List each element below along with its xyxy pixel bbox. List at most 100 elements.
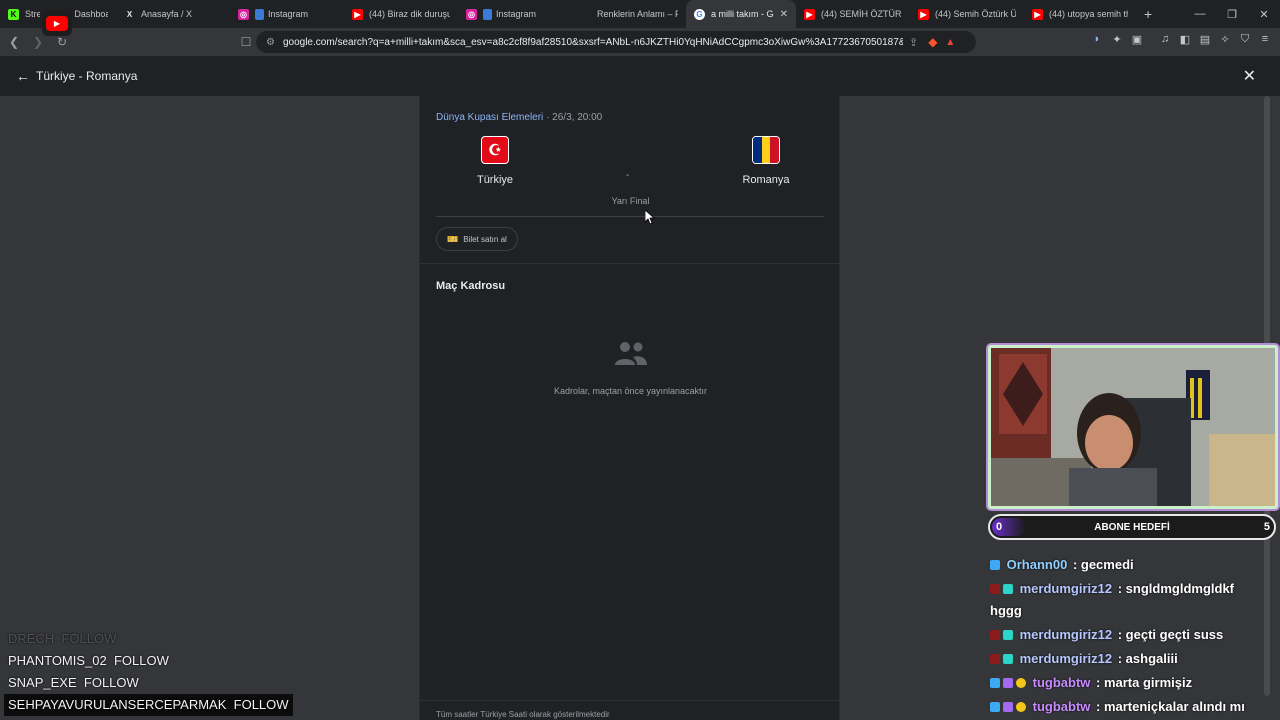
close-tab-icon[interactable]: ✕ [774,9,788,20]
chat-text: : gecmedi [1072,557,1134,572]
tab-instagram-2[interactable]: ◎ Instagram [458,0,572,28]
wallet-icon[interactable]: ▤ [1198,32,1212,46]
tab-strip: K Stre Dashboa X Anasayfa / X ◎ Instagra… [0,0,1280,28]
away-team[interactable]: Romanya [706,136,826,186]
tab-x-home[interactable]: X Anasayfa / X [116,0,230,28]
subscriber-goal-label: ABONE HEDEFİ [1094,521,1170,533]
close-window-button[interactable]: ✕ [1248,0,1280,28]
match-datetime: · 26/3, 20:00 [546,112,603,123]
badge-icon [990,702,1000,712]
brave-shield-icon[interactable]: ◆ [928,35,937,49]
badge-icon [1016,702,1026,712]
tab-renklerin-anlami[interactable]: Renklerin Anlamı – Psik [572,0,686,28]
buy-ticket-button[interactable]: 🎫 Bilet satın al [436,227,518,251]
extensions-icon[interactable]: ✦ [1110,32,1124,46]
url-text[interactable]: google.com/search?q=a+milli+takım&sca_es… [283,37,903,48]
lineup-title: Maç Kadrosu [436,280,506,292]
chat-username: merdumgiriz12 [1019,651,1113,666]
badge-icon [1003,678,1013,688]
follow-alert: PHANTOMIS_02 FOLLOW [8,650,293,672]
window-icon [483,8,492,20]
badge-icon [990,630,1000,640]
youtube-icon: ▶ [918,8,929,20]
competition-link[interactable]: Dünya Kupası Elemeleri [436,112,543,123]
divider [420,263,841,264]
music-icon[interactable]: ♫ [1158,32,1172,46]
maximize-button[interactable]: ❐ [1216,0,1248,28]
chat-message: Orhann00 : gecmedi [990,554,1252,576]
tab-google-search[interactable]: G a milli takım - Goo ✕ [686,0,796,28]
close-icon[interactable]: ✕ [1243,66,1256,86]
minimize-button[interactable]: — [1184,0,1216,28]
vpn-icon[interactable]: ⛉ [1238,32,1252,46]
menu-icon[interactable]: ≡ [1258,32,1272,46]
follow-label: FOLLOW [61,631,117,646]
youtube-icon: ▶ [352,8,363,20]
chat-username: merdumgiriz12 [1019,627,1113,642]
instagram-icon: ◎ [238,8,249,20]
brave-rewards-icon[interactable]: ▲ [945,37,955,48]
tab-label: (44) utopya semih thug [1049,9,1128,19]
match-stage: Yarı Final [611,196,650,206]
match-page-header: ← Türkiye - Romanya ✕ [0,56,1280,96]
divider [436,216,824,217]
tab-youtube-3[interactable]: ▶ (44) Semih Öztürk Ütop [910,0,1024,28]
tab-youtube-4[interactable]: ▶ (44) utopya semih thug [1024,0,1136,28]
tab-label: (44) SEMİH ÖZTÜRK'E [821,9,902,19]
sidebar-icon[interactable]: ◧ [1178,32,1192,46]
match-card: Dünya Kupası Elemeleri · 26/3, 20:00 ☪ T… [419,96,841,720]
badge-icon [1016,678,1026,688]
tab-youtube-2[interactable]: ▶ (44) SEMİH ÖZTÜRK'E [796,0,910,28]
back-icon[interactable]: ❮ [4,32,24,52]
chat-message: tugbabtw : marteniçkalar alındı mı [990,696,1252,718]
tab-instagram[interactable]: ◎ Instagram [230,0,344,28]
buy-ticket-label: Bilet satın al [463,234,507,244]
badge-icon [1003,630,1013,640]
home-team-name: Türkiye [476,174,514,186]
tab-label: Renklerin Anlamı – Psik [597,9,678,19]
home-team[interactable]: ☪ Türkiye [435,136,555,186]
tab-label: Instagram [268,9,309,19]
window-controls: — ❐ ✕ [1184,0,1280,28]
share-icon[interactable]: ⇪ [909,36,918,49]
people-icon [615,342,647,365]
google-icon: G [694,8,705,20]
chat-username: merdumgiriz12 [1019,581,1113,596]
chat-text: : ashgaliii [1117,651,1178,666]
badge-icon [990,560,1000,570]
follower-name: SEHPAYAVURULANSERCEPARMAK [8,697,227,712]
follow-alert: DRECH FOLLOW [8,628,293,650]
match-score: - [626,170,630,181]
subscriber-goal-bar: 0 ABONE HEDEFİ 5 [988,514,1276,540]
audio-icon[interactable]: ◗ [1090,32,1104,46]
badge-icon [990,654,1000,664]
follower-name: SNAP_EXE [8,675,77,690]
tab-label: (44) Biraz dik duruşun [369,9,450,19]
address-bar[interactable]: ⚙ google.com/search?q=a+milli+takım&sca_… [256,31,976,53]
back-arrow-icon[interactable]: ← [16,68,30,84]
youtube-logo-icon: ▶ [42,10,72,36]
follow-label: FOLLOW [83,675,139,690]
follower-name: PHANTOMIS_02 [8,653,107,668]
kick-icon: K [8,8,19,20]
follow-label: FOLLOW [233,697,289,712]
follower-alerts: DRECH FOLLOW PHANTOMIS_02 FOLLOW SNAP_EX… [4,628,293,716]
leo-ai-icon[interactable]: ✧ [1218,32,1232,46]
youtube-icon: ▶ [1032,8,1043,20]
tab-youtube-1[interactable]: ▶ (44) Biraz dik duruşun [344,0,458,28]
chat-username: Orhann00 [1006,557,1068,572]
site-info-icon[interactable]: ⚙ [266,37,275,48]
follow-alert: SEHPAYAVURULANSERCEPARMAK FOLLOW [4,694,293,716]
window-icon [255,8,264,20]
screenshot-icon[interactable]: ▣ [1130,32,1144,46]
new-tab-button[interactable]: + [1136,6,1160,22]
follower-name: DRECH [8,631,55,646]
browser-toolbar: ❮ ❯ ↻ ☐ ⚙ google.com/search?q=a+milli+ta… [0,28,1280,56]
timezone-footer: Tüm saatler Türkiye Saati olarak gösteri… [420,700,841,720]
chat-text: : marta girmişiz [1096,675,1193,690]
page-title: Türkiye - Romanya [36,69,138,83]
chat-message: merdumgiriz12 : sngldmgldmgldkf hggg [990,578,1252,622]
chat-text: : marteniçkalar alındı mı [1096,699,1245,714]
turkey-flag-icon: ☪ [481,136,509,164]
bookmark-icon[interactable]: ☐ [236,32,256,52]
